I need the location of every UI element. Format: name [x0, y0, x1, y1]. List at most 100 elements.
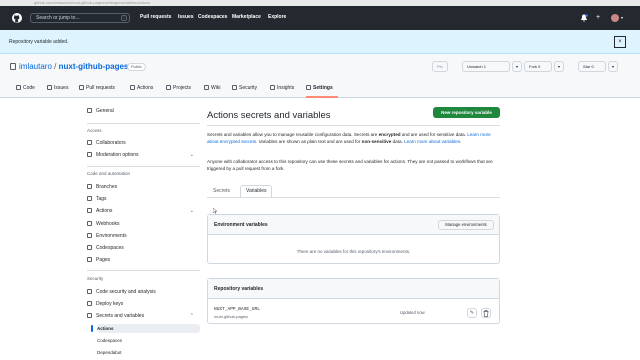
- star-button[interactable]: Star 0: [578, 61, 606, 72]
- user-avatar[interactable]: [611, 14, 619, 22]
- comment-icon: [87, 152, 92, 157]
- unwatch-button[interactable]: Unwatch 1: [462, 61, 510, 72]
- fork-caret-icon[interactable]: ▾: [554, 61, 564, 72]
- slash-key-hint: /: [121, 15, 127, 21]
- unwatch-caret-icon[interactable]: ▾: [512, 61, 522, 72]
- edit-variable-pencil-icon[interactable]: ✎: [467, 308, 477, 318]
- settings-sidebar: General Access Collaborators Moderation …: [82, 98, 200, 360]
- branch-icon: [87, 184, 92, 189]
- create-new-plus-icon[interactable]: +: [596, 14, 600, 22]
- close-flash-button[interactable]: ×: [614, 36, 626, 48]
- tab-code[interactable]: Code: [16, 85, 35, 92]
- notifications-bell-icon[interactable]: [580, 14, 588, 22]
- pin-button[interactable]: Pin: [432, 61, 448, 72]
- tab-settings-label: Settings: [313, 85, 333, 91]
- repository-variables-box: Repository variables NUXT_APP_BASE_URL /…: [207, 278, 500, 324]
- tab-actions-label: Actions: [137, 85, 154, 91]
- sidebar-item-moderation[interactable]: Moderation options ⌄: [87, 150, 200, 161]
- sidebar-divider: [87, 270, 200, 271]
- tab-pull-requests[interactable]: Pull requests: [79, 85, 115, 92]
- server-icon: [87, 233, 92, 238]
- codescan-icon: [87, 289, 92, 294]
- sidebar-item-tags-label: Tags: [96, 196, 107, 202]
- sidebar-divider: [87, 123, 200, 124]
- tab-projects[interactable]: Projects: [166, 85, 191, 92]
- active-tab-indicator: [306, 96, 338, 98]
- title-divider: [207, 125, 500, 126]
- tab-wiki[interactable]: Wiki: [204, 85, 220, 92]
- sidebar-subitem-codespaces[interactable]: Codespaces: [97, 336, 200, 345]
- sidebar-item-environments[interactable]: Environments: [87, 231, 200, 242]
- tab-actions[interactable]: Actions: [130, 85, 153, 92]
- shield-icon: [232, 85, 237, 90]
- sidebar-subitem-actions[interactable]: Actions: [91, 324, 200, 333]
- sidebar-item-code-security-label: Code security and analysis: [96, 289, 156, 295]
- asterisk-icon: [87, 313, 92, 318]
- repo-tabs: Code Issues Pull requests Actions Projec…: [0, 82, 640, 98]
- nav-pull-requests[interactable]: Pull requests: [140, 14, 171, 21]
- global-search-input[interactable]: Search or jump to... /: [30, 13, 130, 23]
- page-title: Actions secrets and variables: [207, 110, 331, 121]
- sidebar-subitem-dependabot-label: Dependabot: [97, 350, 122, 355]
- nav-explore[interactable]: Explore: [268, 14, 286, 21]
- sidebar-item-deploy-keys-label: Deploy keys: [96, 301, 124, 307]
- subtabs-divider: [207, 197, 500, 198]
- environment-variables-header: Environment variables Manage environment…: [208, 215, 499, 235]
- manage-environments-button[interactable]: Manage environments: [438, 220, 494, 230]
- collaborator-note: Anyone with collaborator access to this …: [207, 159, 493, 171]
- sidebar-item-deploy-keys[interactable]: Deploy keys: [87, 299, 200, 310]
- sidebar-item-codespaces[interactable]: Codespaces: [87, 243, 200, 254]
- delete-variable-trash-icon[interactable]: [481, 308, 491, 318]
- sidebar-item-webhooks[interactable]: Webhooks: [87, 219, 200, 230]
- fork-count: 0: [538, 64, 541, 69]
- desc-bold-non-sensitive: non-sensitive: [361, 139, 392, 144]
- people-icon: [87, 140, 92, 145]
- fork-button[interactable]: Fork 0: [524, 61, 552, 72]
- pull-request-icon: [79, 85, 84, 90]
- sidebar-item-branches[interactable]: Branches: [87, 182, 200, 193]
- tab-settings[interactable]: Settings: [306, 85, 333, 92]
- sidebar-item-pages[interactable]: Pages: [87, 255, 200, 266]
- star-label: Star: [583, 64, 591, 69]
- sidebar-item-pages-label: Pages: [96, 257, 111, 263]
- new-repository-variable-button[interactable]: New repository variable: [433, 107, 500, 118]
- tab-security-label: Security: [239, 85, 258, 91]
- webhook-icon: [87, 221, 92, 226]
- sidebar-item-collaborators[interactable]: Collaborators: [87, 138, 200, 149]
- nav-codespaces[interactable]: Codespaces: [198, 14, 227, 21]
- nav-issues[interactable]: Issues: [178, 14, 194, 21]
- sidebar-subitem-dependabot[interactable]: Dependabot: [97, 348, 200, 357]
- tag-icon: [87, 196, 92, 201]
- sidebar-item-actions-label: Actions: [96, 208, 113, 214]
- sidebar-item-general[interactable]: General: [87, 106, 200, 117]
- play-icon: [130, 85, 135, 90]
- star-caret-icon[interactable]: ▾: [608, 61, 618, 72]
- chevron-up-icon: ⌃: [189, 313, 194, 319]
- sidebar-item-secrets-variables[interactable]: Secrets and variables ⌃: [87, 311, 200, 322]
- avatar-dropdown-caret-icon[interactable]: ▾: [621, 14, 623, 22]
- tab-code-label: Code: [23, 85, 35, 91]
- play-icon: [87, 208, 92, 213]
- description-paragraph: Secrets and variables allow you to manag…: [207, 131, 500, 145]
- sidebar-item-tags[interactable]: Tags: [87, 194, 200, 205]
- flash-message: Repository variable added.: [9, 39, 69, 45]
- nav-marketplace[interactable]: Marketplace: [232, 14, 261, 21]
- variable-updated-time: Updated now: [400, 310, 425, 315]
- repo-title: imlautaro / nuxt-github-pages: [10, 62, 128, 72]
- tab-security[interactable]: Security: [232, 85, 257, 92]
- mouse-cursor-icon: [213, 208, 217, 214]
- gear-icon: [306, 85, 311, 90]
- tab-issues[interactable]: Issues: [47, 85, 68, 92]
- repo-owner-link[interactable]: imlautaro: [19, 62, 52, 71]
- sidebar-item-actions[interactable]: Actions ⌄: [87, 206, 200, 217]
- chevron-down-icon: ⌄: [189, 208, 194, 214]
- pin-label: Pin: [437, 64, 443, 69]
- tab-insights[interactable]: Insights: [270, 85, 294, 92]
- book-icon: [204, 85, 209, 90]
- github-logo-icon[interactable]: [12, 13, 22, 23]
- tab-insights-label: Insights: [277, 85, 295, 91]
- sidebar-item-code-security[interactable]: Code security and analysis: [87, 287, 200, 298]
- tab-projects-label: Projects: [173, 85, 192, 91]
- learn-more-variables-link[interactable]: Learn more about variables: [404, 139, 460, 144]
- repo-name-link[interactable]: nuxt-github-pages: [59, 62, 129, 71]
